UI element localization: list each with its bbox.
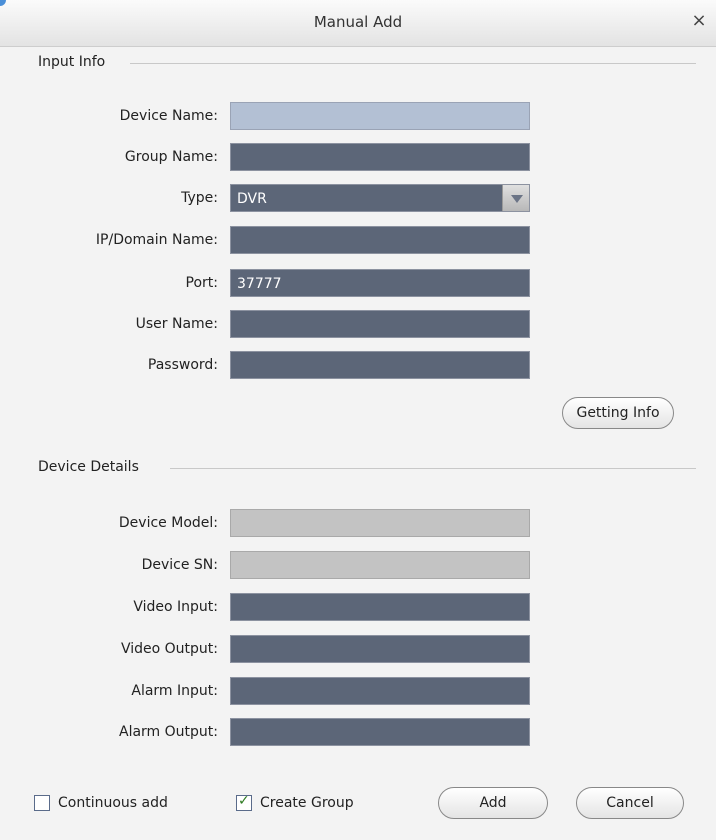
alarm-output-field[interactable] — [230, 718, 530, 746]
device-details-divider — [170, 468, 696, 469]
type-select[interactable]: DVR — [230, 184, 530, 212]
device-details-section-title: Device Details — [38, 459, 149, 475]
add-button[interactable]: Add — [438, 787, 548, 819]
continuous-add-checkbox[interactable] — [34, 795, 50, 811]
chevron-down-icon — [511, 195, 523, 203]
input-info-divider — [130, 63, 696, 64]
device-name-label: Device Name: — [119, 108, 218, 124]
title-bar: Manual Add × — [0, 0, 716, 47]
video-input-label: Video Input: — [133, 599, 218, 615]
port-input[interactable]: 37777 — [230, 269, 530, 297]
create-group-label: Create Group — [260, 795, 354, 811]
device-model-field — [230, 509, 530, 537]
ip-domain-input[interactable] — [230, 226, 530, 254]
close-icon[interactable]: × — [688, 9, 710, 33]
input-info-section-title: Input Info — [38, 54, 116, 70]
continuous-add-label: Continuous add — [58, 795, 168, 811]
device-name-input[interactable] — [230, 102, 530, 130]
video-output-field[interactable] — [230, 635, 530, 663]
video-input-field[interactable] — [230, 593, 530, 621]
type-label: Type: — [181, 190, 218, 206]
type-select-value: DVR — [237, 191, 267, 207]
device-model-label: Device Model: — [118, 515, 218, 531]
device-sn-label: Device SN: — [141, 557, 218, 573]
group-name-input[interactable] — [230, 143, 530, 171]
user-name-label: User Name: — [135, 316, 218, 332]
cancel-button[interactable]: Cancel — [576, 787, 684, 819]
create-group-checkbox[interactable]: ✓ — [236, 793, 252, 811]
video-output-label: Video Output: — [120, 641, 218, 657]
port-label: Port: — [185, 275, 218, 291]
checkmark-icon: ✓ — [238, 793, 250, 809]
password-input[interactable] — [230, 351, 530, 379]
window-title: Manual Add — [313, 13, 403, 31]
password-label: Password: — [147, 357, 218, 373]
ip-domain-label: IP/Domain Name: — [95, 232, 218, 248]
getting-info-button[interactable]: Getting Info — [562, 397, 674, 429]
dropdown-arrow-button[interactable] — [502, 185, 529, 211]
alarm-output-label: Alarm Output: — [119, 724, 218, 740]
user-name-input[interactable] — [230, 310, 530, 338]
alarm-input-label: Alarm Input: — [131, 683, 218, 699]
group-name-label: Group Name: — [124, 149, 218, 165]
alarm-input-field[interactable] — [230, 677, 530, 705]
device-sn-field — [230, 551, 530, 579]
window-corner-accent — [0, 0, 6, 6]
